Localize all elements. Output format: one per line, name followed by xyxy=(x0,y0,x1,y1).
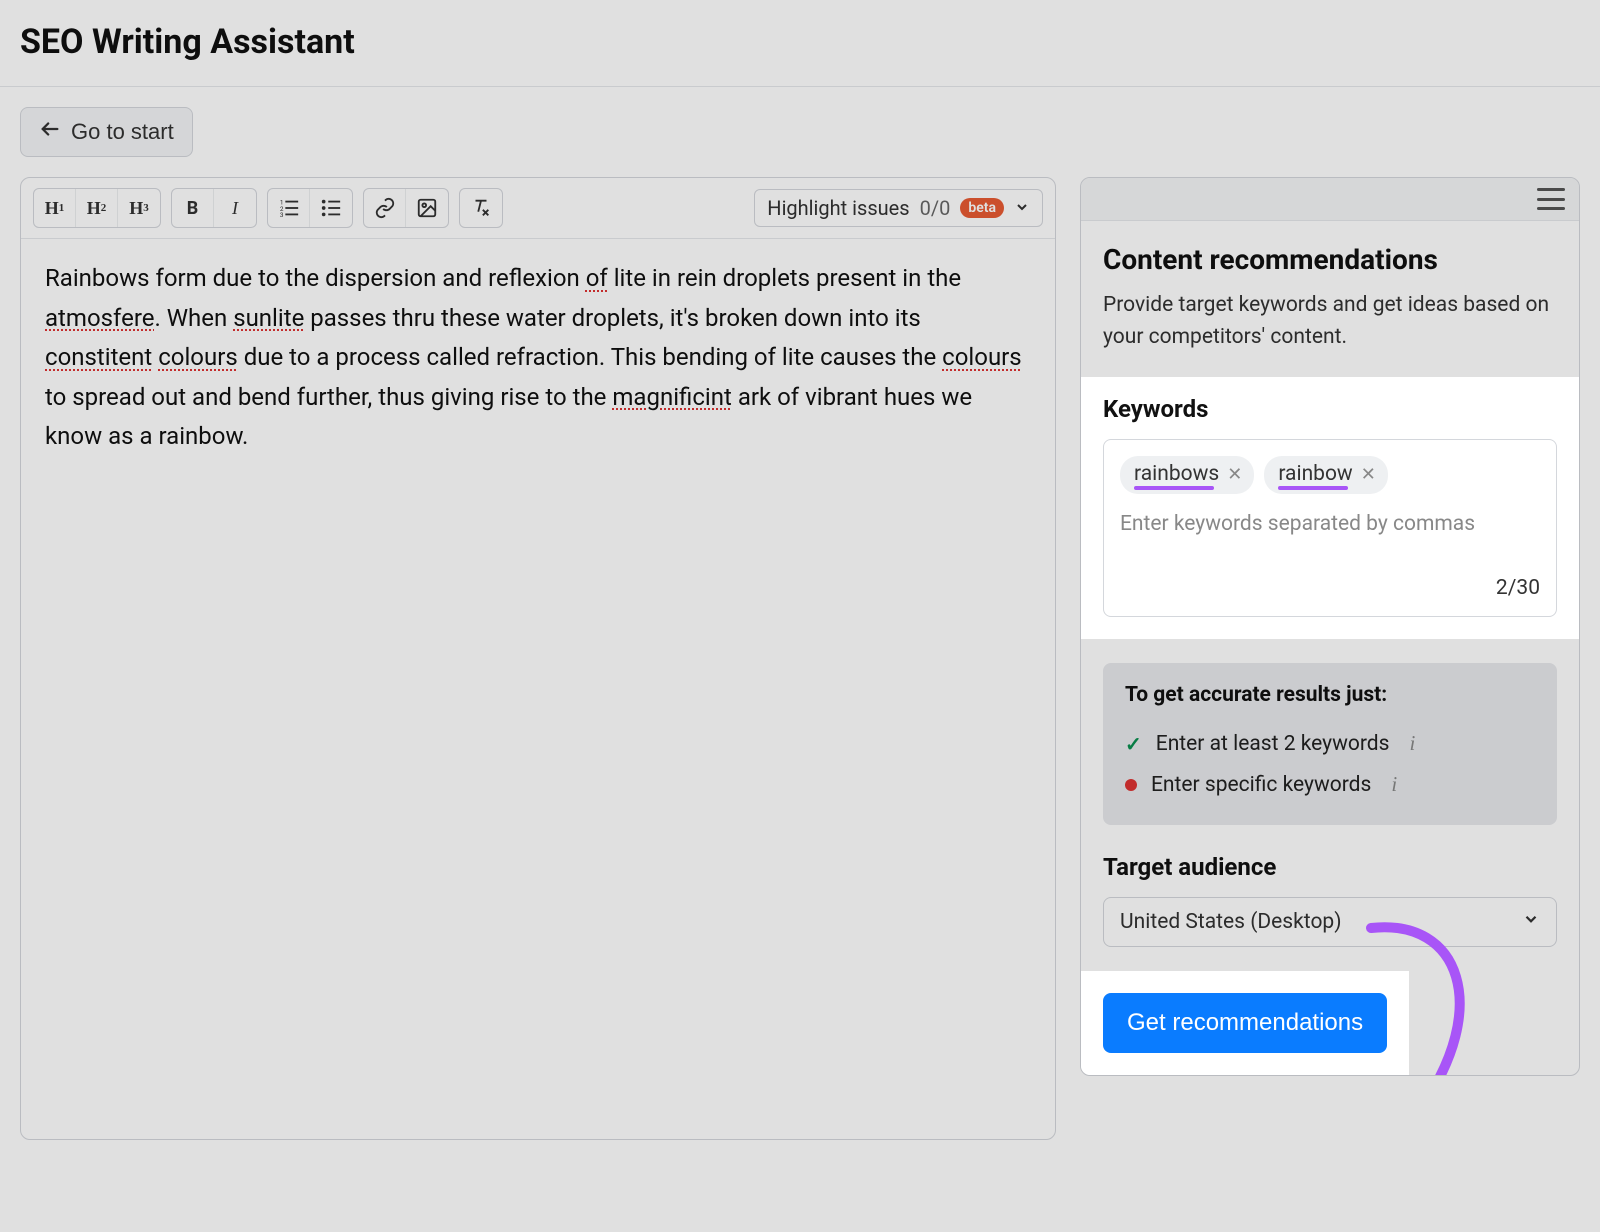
italic-button[interactable]: I xyxy=(214,189,256,227)
tips-title: To get accurate results just: xyxy=(1125,683,1535,707)
spelling-error[interactable]: sunlite xyxy=(233,304,304,332)
editor-text[interactable]: passes thru these water droplets, it's b… xyxy=(304,304,921,332)
info-icon[interactable]: i xyxy=(1391,772,1397,797)
keyword-chip: rainbow ✕ xyxy=(1264,456,1387,494)
spelling-error[interactable]: constitent xyxy=(45,343,152,371)
chip-remove-icon[interactable]: ✕ xyxy=(1227,464,1242,485)
target-label: Target audience xyxy=(1103,853,1557,881)
link-button[interactable] xyxy=(364,189,406,227)
recommendations-panel: Content recommendations Provide target k… xyxy=(1080,177,1580,1076)
dot-icon xyxy=(1125,779,1137,791)
panel-subtitle: Provide target keywords and get ideas ba… xyxy=(1103,290,1557,353)
editor-panel: H1 H2 H3 B I 123 xyxy=(20,177,1056,1140)
keywords-label: Keywords xyxy=(1103,395,1557,423)
h2-button[interactable]: H2 xyxy=(76,189,118,227)
chip-label: rainbows xyxy=(1134,462,1219,486)
h3-button[interactable]: H3 xyxy=(118,189,160,227)
target-value: United States (Desktop) xyxy=(1120,910,1342,934)
highlight-issues-dropdown[interactable]: Highlight issues 0/0 beta xyxy=(754,189,1043,227)
editor-text[interactable]: . When xyxy=(154,304,233,332)
page-title: SEO Writing Assistant xyxy=(20,22,1580,62)
editor-text[interactable]: to spread out and bend further, thus giv… xyxy=(45,383,612,411)
page-header: SEO Writing Assistant xyxy=(0,0,1600,87)
go-to-start-label: Go to start xyxy=(71,119,174,145)
tip-row-1: ✓ Enter at least 2 keywords i xyxy=(1125,723,1535,764)
tips-card: To get accurate results just: ✓ Enter at… xyxy=(1103,663,1557,825)
keywords-placeholder: Enter keywords separated by commas xyxy=(1120,512,1540,536)
target-audience-select[interactable]: United States (Desktop) xyxy=(1103,897,1557,947)
highlight-count: 0/0 xyxy=(920,196,951,220)
chip-remove-icon[interactable]: ✕ xyxy=(1361,464,1376,485)
cta-highlight: Get recommendations xyxy=(1081,971,1409,1075)
chevron-down-icon xyxy=(1522,910,1540,934)
panel-menu-icon[interactable] xyxy=(1537,188,1565,210)
chevron-down-icon xyxy=(1014,196,1030,220)
go-to-start-button[interactable]: Go to start xyxy=(20,107,193,157)
image-button[interactable] xyxy=(406,189,448,227)
keywords-section: Keywords rainbows ✕ rainbow ✕ Enter keyword… xyxy=(1081,377,1579,639)
get-recommendations-button[interactable]: Get recommendations xyxy=(1103,993,1387,1053)
clear-format-button[interactable] xyxy=(460,189,502,227)
editor-toolbar: H1 H2 H3 B I 123 xyxy=(21,178,1055,239)
check-icon: ✓ xyxy=(1125,732,1142,756)
svg-text:3: 3 xyxy=(279,211,283,219)
keywords-input-card[interactable]: rainbows ✕ rainbow ✕ Enter keywords separat… xyxy=(1103,439,1557,617)
spelling-error[interactable]: magnificint xyxy=(612,383,731,411)
target-audience-section: Target audience United States (Desktop) xyxy=(1103,853,1557,947)
info-icon[interactable]: i xyxy=(1409,731,1415,756)
spelling-error[interactable]: colours xyxy=(158,343,238,371)
editor-text[interactable]: Rainbows form due to the dispersion and … xyxy=(45,264,586,292)
tip-1-text: Enter at least 2 keywords xyxy=(1156,732,1390,756)
editor-text[interactable]: lite in rein droplets present in the xyxy=(608,264,961,292)
unordered-list-button[interactable] xyxy=(310,189,352,227)
editor-textarea[interactable]: Rainbows form due to the dispersion and … xyxy=(21,239,1055,1139)
beta-badge: beta xyxy=(960,198,1004,218)
arrow-left-icon xyxy=(39,118,61,146)
h1-button[interactable]: H1 xyxy=(34,189,76,227)
bold-button[interactable]: B xyxy=(172,189,214,227)
tip-2-text: Enter specific keywords xyxy=(1151,773,1371,797)
keywords-count: 2/30 xyxy=(1120,576,1540,600)
spelling-error[interactable]: atmosfere xyxy=(45,304,154,332)
spelling-error[interactable]: of xyxy=(586,264,608,292)
keyword-chip: rainbows ✕ xyxy=(1120,456,1254,494)
ordered-list-button[interactable]: 123 xyxy=(268,189,310,227)
spelling-error[interactable]: colours xyxy=(942,343,1022,371)
panel-title: Content recommendations xyxy=(1103,243,1557,276)
chip-label: rainbow xyxy=(1278,462,1352,486)
highlight-label: Highlight issues xyxy=(767,196,909,220)
editor-text[interactable]: due to a process called refraction. This… xyxy=(238,343,942,371)
tip-row-2: Enter specific keywords i xyxy=(1125,764,1535,805)
